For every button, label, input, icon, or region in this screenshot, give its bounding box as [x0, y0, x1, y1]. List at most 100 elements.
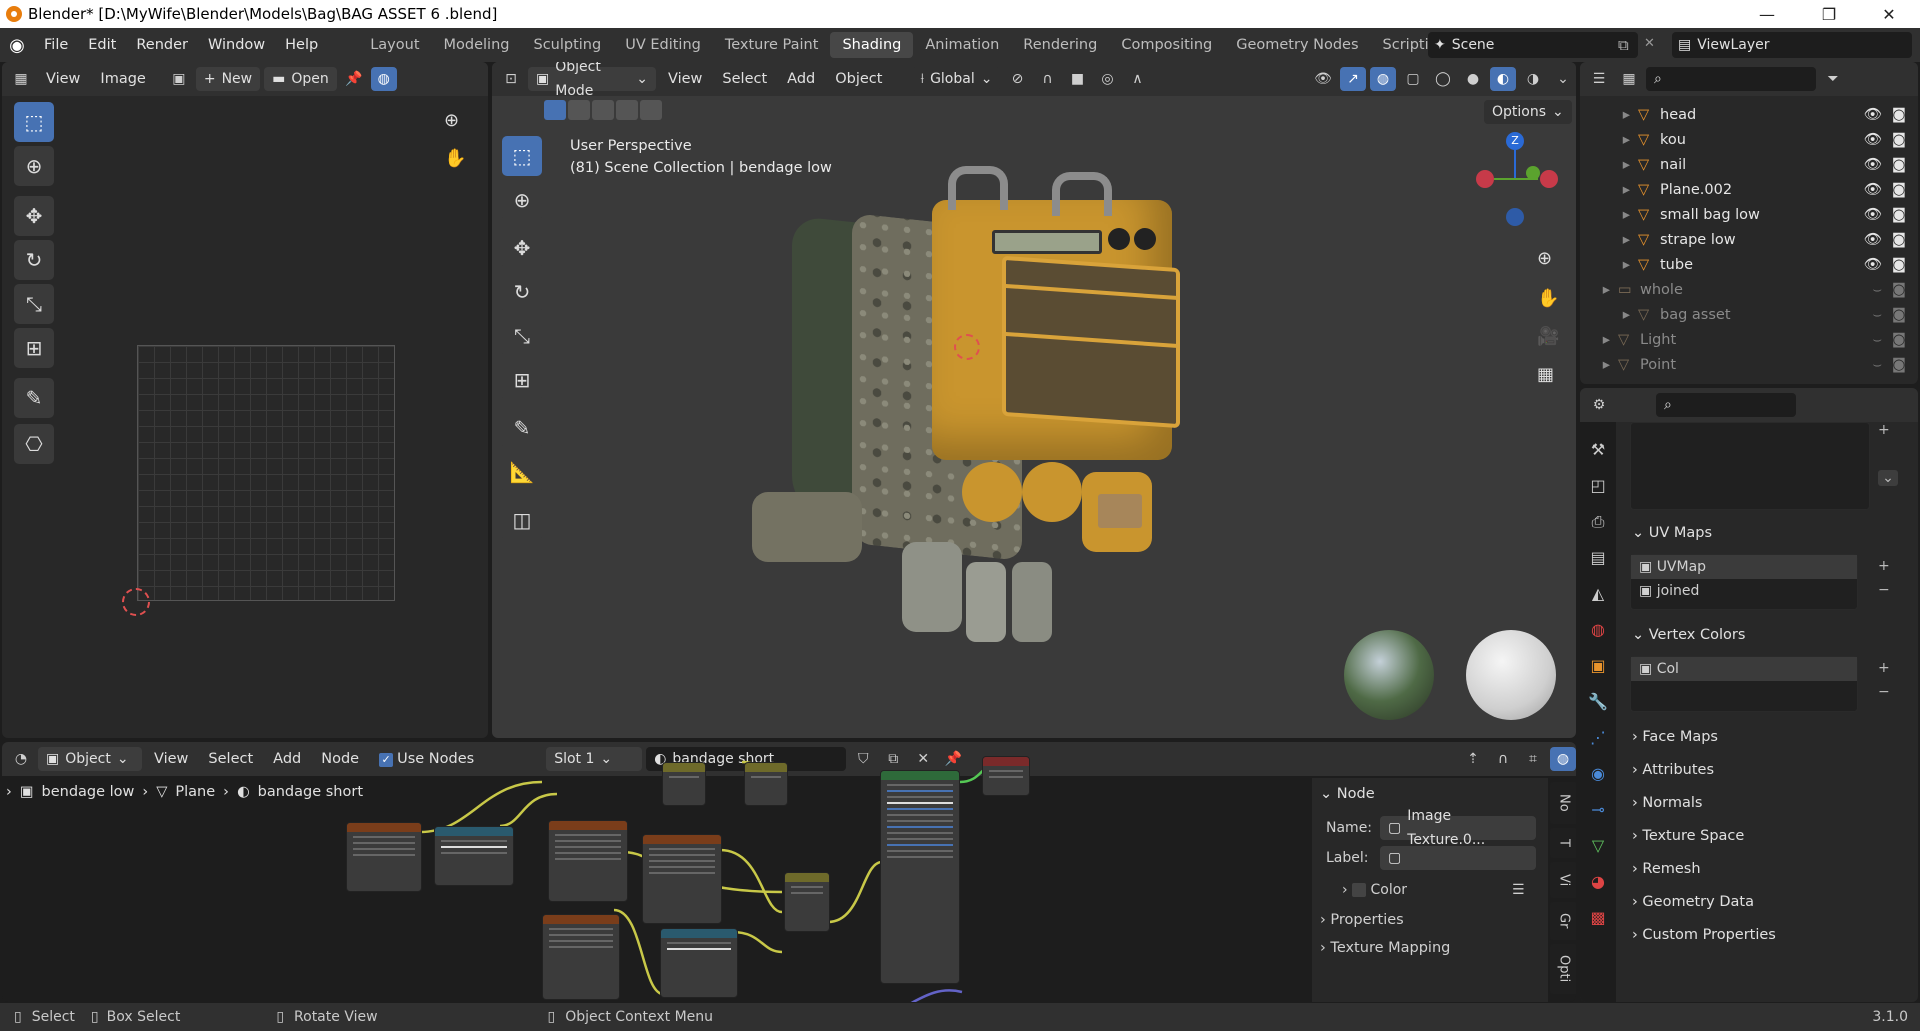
gizmo-icon[interactable]: ↗	[1340, 67, 1366, 91]
sidebar-tab-node[interactable]: No	[1550, 782, 1576, 824]
image-texture-node[interactable]	[542, 914, 620, 1000]
panel-texture-space[interactable]: › Texture Space	[1622, 821, 1908, 851]
mode-selector[interactable]: ▣ Object Mode ⌄	[528, 62, 656, 99]
proportional-edit-icon[interactable]: ◎	[1094, 67, 1120, 91]
expand-arrow-icon[interactable]: ▸	[1580, 107, 1638, 123]
menu-window[interactable]: Window	[198, 32, 275, 58]
sidebar-tab-tool[interactable]: T	[1550, 828, 1576, 858]
expand-arrow-icon[interactable]: ▸	[1580, 232, 1638, 248]
tool-tab-icon[interactable]: ⚒	[1580, 432, 1616, 468]
outliner-item[interactable]: ▸ ▽ strape low 👁 ◙	[1580, 227, 1918, 252]
select-mode-buttons[interactable]	[544, 100, 662, 120]
material-shading-icon[interactable]: ◐	[1490, 67, 1516, 91]
transform-orientation[interactable]: ⟊ Global ⌄	[912, 67, 1001, 91]
node-panel-header[interactable]: ⌄ Node	[1320, 786, 1375, 802]
outliner-item[interactable]: ▸ ▽ Point ⌣ ◙	[1580, 352, 1918, 377]
camera-icon[interactable]: ◙	[1892, 157, 1906, 173]
rotate-tool-icon[interactable]: ↻	[502, 272, 542, 312]
eye-icon[interactable]: 👁	[1864, 131, 1882, 148]
pan-hand-icon[interactable]: ✋	[1537, 288, 1559, 309]
outliner-item[interactable]: ▸ ▽ Plane.002 👁 ◙	[1580, 177, 1918, 202]
viewport-view-menu[interactable]: View	[660, 67, 710, 91]
zoom-icon[interactable]: ⊕	[1537, 248, 1552, 269]
image-editor[interactable]: ▦ View Image ▣ + New ▬ Open 📌 ◍ ⬚ ⊕ ✥ ↻ ⤡ …	[2, 62, 488, 738]
face-maps-list[interactable]	[1630, 422, 1870, 510]
modifier-tab-icon[interactable]: 🔧	[1580, 684, 1616, 720]
visibility-icon[interactable]: 👁	[1310, 67, 1336, 91]
sample-tool-icon[interactable]: ⎔	[14, 424, 54, 464]
camera-icon[interactable]: ◙	[1892, 207, 1906, 223]
eye-icon[interactable]: 👁	[1864, 156, 1882, 173]
expand-arrow-icon[interactable]: ▸	[1580, 307, 1638, 323]
sidebar-tab-group[interactable]: Gr	[1550, 902, 1576, 940]
material-tab-icon[interactable]: ◕	[1580, 864, 1616, 900]
menu-edit[interactable]: Edit	[78, 32, 126, 58]
parent-node-tree-icon[interactable]: ⇡	[1460, 747, 1486, 771]
maximize-button[interactable]: ❐	[1798, 0, 1860, 28]
list-item[interactable]: ▣ Col	[1631, 657, 1857, 681]
camera-icon[interactable]: ◙	[1892, 232, 1906, 248]
properties-panel-header[interactable]: › Properties	[1320, 912, 1404, 928]
render-tab-icon[interactable]: ◰	[1580, 468, 1616, 504]
solid-shading-icon[interactable]: ●	[1460, 67, 1486, 91]
texture-mapping-panel-header[interactable]: › Texture Mapping	[1320, 940, 1450, 956]
panel-remesh[interactable]: › Remesh	[1622, 854, 1908, 884]
delete-scene-icon[interactable]: ✕	[1644, 36, 1655, 51]
rotate-tool-icon[interactable]: ↻	[14, 240, 54, 280]
add-vertex-color-button[interactable]: +	[1878, 656, 1890, 680]
expand-arrow-icon[interactable]: ▸	[1580, 357, 1618, 373]
remove-vertex-color-button[interactable]: −	[1878, 680, 1890, 704]
viewlayer-selector[interactable]: ▤ ViewLayer	[1672, 32, 1912, 58]
menu-help[interactable]: Help	[275, 32, 328, 58]
overlays-icon[interactable]: ◍	[1370, 67, 1396, 91]
add-uv-button[interactable]: +	[1878, 554, 1890, 578]
editor-type-icon[interactable]: ▦	[8, 67, 34, 91]
principled-bsdf-node[interactable]	[880, 770, 960, 984]
tab-animation[interactable]: Animation	[913, 32, 1011, 58]
xray-icon[interactable]: ▢	[1400, 67, 1426, 91]
viewport-select-menu[interactable]: Select	[714, 67, 775, 91]
image-browse-icon[interactable]: ▣	[166, 67, 192, 91]
add-icon[interactable]: +	[1878, 422, 1890, 438]
open-image-button[interactable]: ▬ Open	[264, 67, 337, 91]
annotate-tool-icon[interactable]: ✎	[14, 378, 54, 418]
menu-file[interactable]: File	[34, 32, 78, 58]
node-label-field[interactable]: ▢	[1380, 846, 1536, 870]
vertex-colors-list[interactable]: ▣ Col	[1630, 656, 1858, 712]
tab-texture-paint[interactable]: Texture Paint	[713, 32, 831, 58]
cursor-tool-icon[interactable]: ⊕	[502, 180, 542, 220]
physics-tab-icon[interactable]: ◉	[1580, 756, 1616, 792]
pivot-icon[interactable]: ⊘	[1004, 67, 1030, 91]
colorramp-node[interactable]	[434, 826, 514, 886]
minimize-button[interactable]: —	[1736, 0, 1798, 28]
navigation-gizmo[interactable]: Z	[1470, 130, 1560, 226]
camera-icon[interactable]: ◙	[1892, 107, 1906, 123]
tab-sculpting[interactable]: Sculpting	[521, 32, 613, 58]
sidebar-tab-view[interactable]: Vi	[1550, 862, 1576, 898]
mix-node[interactable]	[784, 872, 830, 932]
move-tool-icon[interactable]: ✥	[14, 196, 54, 236]
camera-icon[interactable]: ◙	[1892, 257, 1906, 273]
eye-icon[interactable]: 👁	[1864, 206, 1882, 223]
outliner-item[interactable]: ▸ ▽ head 👁 ◙	[1580, 102, 1918, 127]
properties-search[interactable]: ⌕	[1656, 393, 1796, 417]
list-item[interactable]: ▣ UVMap	[1631, 555, 1857, 579]
transform-tool-icon[interactable]: ⊞	[502, 360, 542, 400]
texture-tab-icon[interactable]: ▩	[1580, 900, 1616, 936]
zoom-icon[interactable]: ⊕	[444, 110, 459, 131]
wireframe-shading-icon[interactable]: ◯	[1430, 67, 1456, 91]
scale-tool-icon[interactable]: ⤡	[502, 316, 542, 356]
camera-icon[interactable]: ◙	[1892, 357, 1906, 373]
tab-uv-editing[interactable]: UV Editing	[613, 32, 713, 58]
outliner-item[interactable]: ▸ ▽ Light ⌣ ◙	[1580, 327, 1918, 352]
sidebar-tab-options[interactable]: Opti	[1550, 944, 1576, 994]
viewport-object-menu[interactable]: Object	[827, 67, 890, 91]
add-cube-tool-icon[interactable]: ◫	[502, 500, 542, 540]
select-box-tool-icon[interactable]: ⬚	[502, 136, 542, 176]
output-tab-icon[interactable]: ⎙	[1580, 504, 1616, 540]
shader-node-editor[interactable]: ◔ ▣ Object ⌄ View Select Add Node ✓ Use Nod…	[2, 742, 1576, 1002]
display-mode-icon[interactable]: ▦	[1616, 67, 1642, 91]
filter-icon[interactable]: ⏷	[1820, 67, 1846, 91]
view-layer-tab-icon[interactable]: ▤	[1580, 540, 1616, 576]
outliner-item[interactable]: ▸ ▽ small bag low 👁 ◙	[1580, 202, 1918, 227]
